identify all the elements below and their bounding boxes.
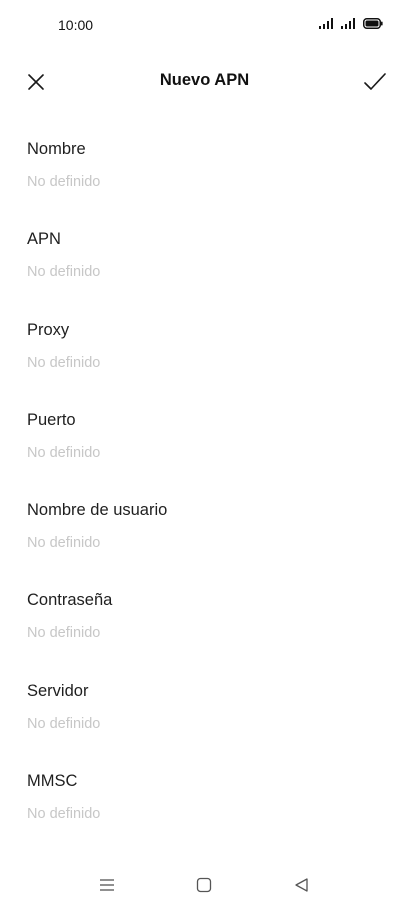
- nav-home-button[interactable]: [193, 874, 215, 896]
- page-title: Nuevo APN: [159, 71, 250, 89]
- field-value: No definido: [27, 715, 101, 732]
- navigation-bar: [0, 858, 409, 910]
- field-label: APN: [27, 230, 61, 249]
- field-nombre[interactable]: Nombre No definido: [0, 128, 409, 218]
- status-icons: [319, 18, 383, 29]
- menu-icon: [100, 879, 114, 891]
- field-label: MMSC: [27, 772, 78, 791]
- signal-icon: [341, 18, 355, 29]
- confirm-button[interactable]: [359, 66, 391, 98]
- field-value: No definido: [27, 806, 101, 823]
- field-proxy[interactable]: Proxy No definido: [0, 309, 409, 399]
- nav-menu-button[interactable]: [96, 874, 118, 896]
- signal-icon: [319, 18, 333, 29]
- field-label: Proxy: [27, 320, 70, 339]
- field-value: No definido: [27, 174, 101, 190]
- nav-back-button[interactable]: [291, 874, 313, 896]
- field-puerto[interactable]: Puerto No definido: [0, 399, 409, 489]
- field-mmsc[interactable]: MMSC No definido: [0, 760, 409, 850]
- field-label: Nombre: [27, 140, 86, 158]
- field-label: Servidor: [27, 681, 89, 700]
- status-time: 10:00: [58, 17, 94, 33]
- field-value: No definido: [27, 354, 101, 371]
- field-label: Contraseña: [27, 591, 113, 610]
- toolbar: Nuevo APN: [0, 58, 409, 104]
- field-value: No definido: [27, 264, 101, 281]
- status-bar: 10:00: [0, 0, 409, 52]
- field-label: Puerto: [27, 410, 76, 429]
- back-icon: [295, 878, 308, 892]
- battery-icon: [363, 18, 383, 29]
- field-label: Nombre de usuario: [27, 501, 168, 520]
- field-value: No definido: [27, 444, 101, 461]
- field-nombre-de-usuario[interactable]: Nombre de usuario No definido: [0, 489, 409, 579]
- field-value: No definido: [27, 535, 101, 552]
- home-icon: [196, 877, 212, 893]
- field-contrasena[interactable]: Contraseña No definido: [0, 579, 409, 669]
- field-value: No definido: [27, 625, 101, 642]
- check-icon: [364, 73, 386, 90]
- field-apn[interactable]: APN No definido: [0, 218, 409, 308]
- apn-field-list: Nombre No definido APN No definido Proxy…: [0, 128, 409, 850]
- field-servidor[interactable]: Servidor No definido: [0, 670, 409, 760]
